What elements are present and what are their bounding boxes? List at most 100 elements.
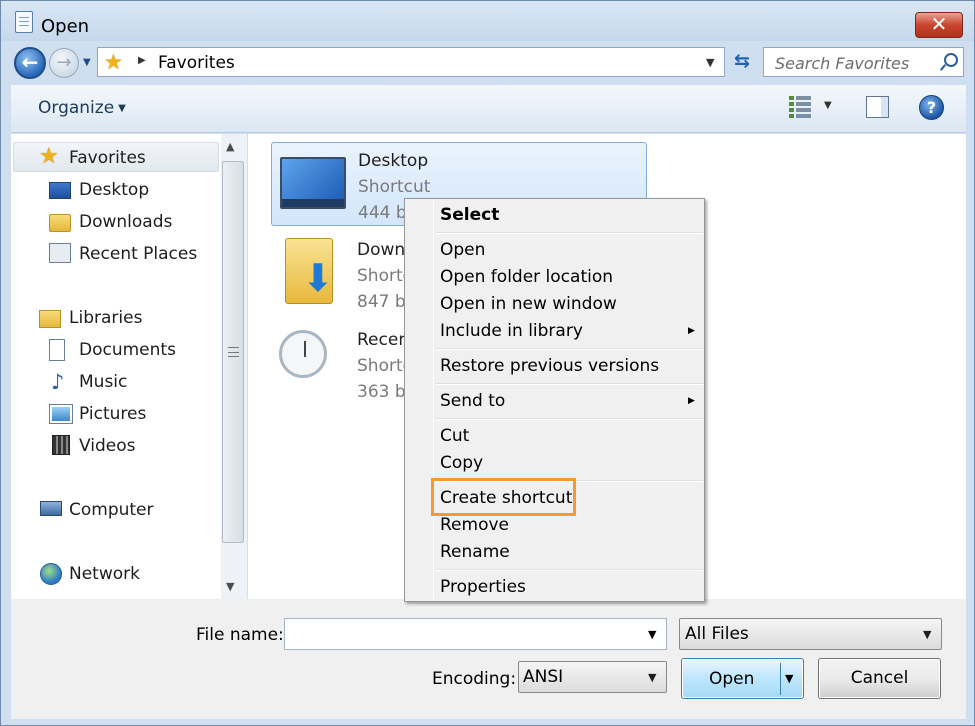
create-shortcut-highlight (431, 478, 576, 516)
encoding-select[interactable]: ANSI ▼ (518, 661, 667, 693)
back-button[interactable]: ← (14, 47, 46, 79)
file-name: Down (357, 240, 406, 260)
desktop-icon (49, 182, 71, 199)
documents-icon (49, 339, 65, 361)
sidebar-item-label: Downloads (79, 212, 173, 232)
sidebar-item-downloads[interactable]: Downloads (11, 207, 221, 237)
sidebar-item-computer[interactable]: Computer (11, 495, 221, 525)
scrollbar-thumb[interactable] (222, 161, 244, 543)
menu-item-copy[interactable]: Copy (440, 453, 483, 473)
file-name-label: File name: (196, 625, 284, 645)
chevron-down-icon: ▼ (648, 671, 657, 684)
submenu-arrow-icon: ▶ (688, 326, 695, 336)
submenu-arrow-icon: ▶ (688, 396, 695, 406)
menu-item-open-folder-location[interactable]: Open folder location (440, 267, 613, 287)
change-view-icon[interactable] (789, 96, 811, 118)
close-button[interactable]: ✕ (915, 12, 963, 38)
menu-item-include-in-library[interactable]: Include in library (440, 321, 583, 341)
view-options-dropdown[interactable]: ▼ (824, 100, 832, 111)
menu-item-properties[interactable]: Properties (440, 577, 526, 597)
sidebar-item-favorites[interactable]: ★ Favorites (13, 142, 219, 172)
network-icon (40, 563, 62, 585)
encoding-label: Encoding: (432, 669, 517, 689)
menu-item-cut[interactable]: Cut (440, 426, 469, 446)
menu-item-open[interactable]: Open (440, 240, 485, 260)
organize-button[interactable]: Organize ▼ (38, 98, 126, 118)
menu-item-remove[interactable]: Remove (440, 515, 509, 535)
context-menu: Select Open Open folder location Open in… (404, 198, 705, 602)
sidebar-item-documents[interactable]: Documents (11, 335, 221, 365)
file-name: Recen (357, 330, 410, 350)
sidebar-item-pictures[interactable]: Pictures (11, 399, 221, 429)
sidebar-item-label: Desktop (79, 180, 150, 200)
file-size: 444 b (358, 203, 407, 223)
navigation-pane: ★ Favorites Desktop Downloads Recent Pla… (11, 134, 247, 599)
sidebar-item-recent-places[interactable]: Recent Places (11, 239, 221, 269)
sidebar-item-label: Music (79, 372, 128, 392)
title-bar: Open ✕ (1, 1, 974, 41)
sidebar-item-label: Videos (79, 436, 136, 456)
menu-gutter (433, 201, 434, 599)
search-box[interactable]: Search Favorites (763, 47, 964, 77)
sidebar-item-music[interactable]: ♪ Music (11, 367, 221, 397)
file-size: 847 b (357, 292, 406, 312)
recent-pages-dropdown[interactable]: ▼ (83, 53, 95, 73)
libraries-icon (39, 310, 61, 328)
menu-item-select[interactable]: Select (440, 205, 499, 225)
recent-places-icon (279, 330, 327, 378)
forward-button[interactable]: → (49, 48, 79, 78)
open-button[interactable]: Open ▼ (681, 658, 804, 699)
split-divider (780, 663, 781, 695)
address-dropdown-icon[interactable]: ▼ (706, 56, 714, 69)
desktop-shortcut-icon (280, 157, 346, 209)
file-name: Desktop (358, 151, 429, 171)
help-icon[interactable]: ? (919, 95, 944, 120)
file-type-filter[interactable]: All Files ▼ (679, 618, 942, 650)
refresh-button[interactable]: ⇆ (728, 50, 756, 76)
menu-item-send-to[interactable]: Send to (440, 391, 505, 411)
sidebar-item-network[interactable]: Network (11, 559, 221, 589)
cancel-button[interactable]: Cancel (818, 658, 941, 699)
address-bar[interactable]: ★ ▶ Favorites ▼ (97, 47, 725, 77)
menu-item-rename[interactable]: Rename (440, 542, 510, 562)
star-icon: ★ (39, 144, 59, 169)
notepad-icon (15, 11, 33, 33)
grip-icon (228, 347, 239, 357)
favorites-star-icon: ★ (104, 50, 123, 74)
search-input[interactable]: Search Favorites (775, 54, 909, 73)
scroll-up-icon[interactable]: ▲ (226, 140, 234, 153)
navigation-scrollbar[interactable]: ▲ ▼ (221, 134, 247, 599)
menu-item-open-new-window[interactable]: Open in new window (440, 294, 617, 314)
file-size: 363 b (357, 382, 406, 402)
file-type: Shortcut (358, 177, 431, 197)
music-icon: ♪ (51, 370, 65, 394)
sidebar-item-videos[interactable]: Videos (11, 431, 221, 461)
search-icon[interactable] (940, 52, 958, 72)
sidebar-item-label: Documents (79, 340, 176, 360)
open-dialog: Open ✕ ← → ▼ ★ ▶ Favorites ▼ ⇆ Search Fa… (0, 0, 975, 726)
scroll-down-icon[interactable]: ▼ (226, 580, 234, 593)
sidebar-item-libraries[interactable]: Libraries (11, 303, 221, 333)
sidebar-item-label: Computer (69, 500, 154, 520)
sidebar-item-desktop[interactable]: Desktop (11, 175, 221, 205)
menu-separator (435, 232, 703, 234)
computer-icon (40, 501, 62, 516)
chevron-down-icon: ▼ (923, 628, 932, 641)
open-options-dropdown[interactable]: ▼ (785, 672, 793, 685)
breadcrumb-favorites[interactable]: Favorites (158, 53, 235, 73)
sidebar-item-label: Favorites (69, 148, 146, 168)
sidebar-item-label: Libraries (69, 308, 143, 328)
preview-pane-icon[interactable] (866, 96, 889, 118)
file-name-field[interactable]: ▼ (284, 618, 667, 650)
menu-item-restore-previous-versions[interactable]: Restore previous versions (440, 356, 659, 376)
pictures-icon (49, 404, 73, 424)
menu-separator (435, 569, 703, 571)
window-title: Open (41, 16, 90, 37)
chevron-down-icon: ▼ (118, 103, 126, 114)
breadcrumb-arrow-icon[interactable]: ▶ (138, 55, 146, 66)
file-name-dropdown-icon[interactable]: ▼ (648, 628, 656, 641)
open-button-label: Open (709, 669, 755, 689)
downloads-folder-icon (285, 238, 334, 304)
recent-places-icon (49, 243, 71, 263)
menu-separator (435, 348, 703, 350)
